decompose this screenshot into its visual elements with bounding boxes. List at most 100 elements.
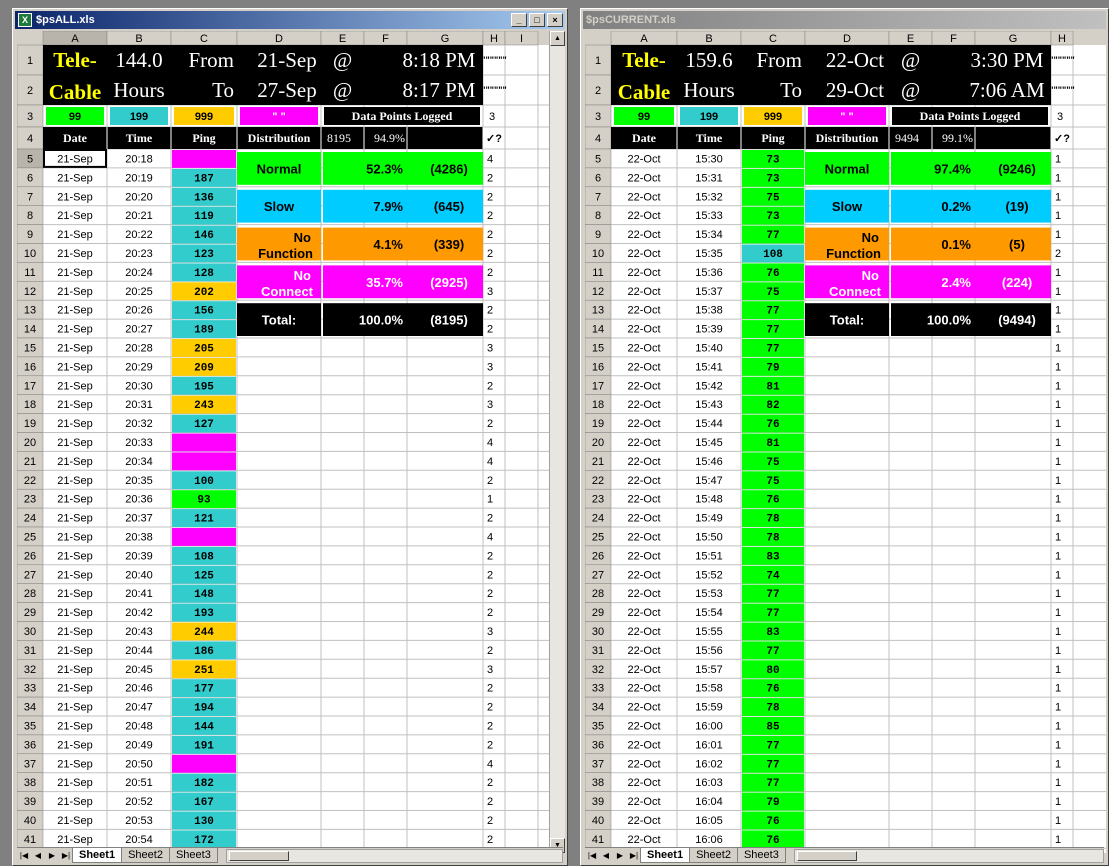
tab-sheet3[interactable]: Sheet3 [736,848,786,863]
hours-value: 144.0 [115,48,162,72]
ping-cell: 78 [766,703,780,715]
time-cell: 20:42 [125,607,153,619]
quote-marks: """""" [1049,85,1075,95]
category-cell: 1 [1055,380,1061,392]
ping-cell: 172 [194,835,214,847]
date-cell: 22-Oct [627,815,660,827]
category-cell: 1 [1055,191,1061,203]
ping-cell: 193 [194,608,214,620]
to-time: 7:06 AM [969,78,1045,102]
check-icon: ✓? [486,133,502,145]
row-number: 40 [592,815,604,827]
tab-sheet2[interactable]: Sheet2 [121,848,170,863]
tab-sheet3[interactable]: Sheet3 [168,848,218,863]
time-cell: 15:47 [695,475,723,487]
row-number: 41 [24,834,36,846]
category-cell: 2 [487,305,493,317]
summary-percent: 97.4% [934,161,971,176]
next-sheet-icon[interactable]: ▶ [613,851,627,860]
prev-sheet-icon[interactable]: ◀ [599,851,613,860]
time-cell: 15:54 [695,607,723,619]
legend-magenta-value: " " [840,111,854,123]
category-cell: 3 [487,664,493,676]
date-cell: 22-Oct [627,153,660,165]
ping-cell: 195 [194,381,214,393]
ping-cell: 177 [194,684,214,696]
at-symbol: @ [901,78,920,102]
row-number: 33 [24,683,36,695]
column-header-label: E [339,33,346,45]
category-cell: 2 [487,702,493,714]
date-cell: 21-Sep [57,342,92,354]
category-cell: 3 [487,286,493,298]
ping-cell: 194 [194,703,214,715]
last-sheet-icon[interactable]: ▶| [627,851,641,860]
summary-label: Slow [264,199,295,214]
legend-cyan-value: 199 [130,111,148,123]
date-cell: 22-Oct [627,626,660,638]
logged-total: 9494 [895,131,919,145]
scroll-thumb[interactable] [228,850,289,861]
date-cell: 22-Oct [627,645,660,657]
minimize-button[interactable]: _ [511,13,527,27]
title-bar[interactable]: X $psALL.xls _ □ × [15,11,565,29]
tab-sheet1[interactable]: Sheet1 [640,848,691,863]
from-label: From [188,48,234,72]
row-number: 3 [595,111,601,123]
date-cell: 21-Sep [57,796,92,808]
date-cell: 21-Sep [57,267,92,279]
title-bar[interactable]: $psCURRENT.xls [583,11,1106,29]
ping-heading: Ping [761,131,784,145]
maximize-button[interactable]: □ [529,13,545,27]
category-cell: 2 [487,588,493,600]
quote-marks: """""" [481,85,507,95]
ping-cell: 209 [194,362,214,374]
time-cell: 20:48 [125,720,153,732]
spreadsheet-window-current[interactable]: $psCURRENT.xls A B C D E F G H 1 2 3 4 5 6 7 8 9 10 11 12 13… [580,8,1109,866]
row-number: 8 [27,210,33,222]
from-date: 22-Oct [826,48,884,72]
first-sheet-icon[interactable]: |◀ [585,851,599,860]
next-sheet-icon[interactable]: ▶ [45,851,59,860]
horizontal-scrollbar[interactable] [793,848,1104,863]
time-cell: 20:52 [125,796,153,808]
vertical-scrollbar[interactable]: ▲ ▼ [549,31,565,853]
date-cell: 21-Sep [57,569,92,581]
prev-sheet-icon[interactable]: ◀ [31,851,45,860]
legend-orange-value: 999 [764,111,782,123]
column-header-label: C [769,33,777,45]
worksheet-cells[interactable]: A B C D E F G H I1234567891011121314151617181920… [17,31,552,853]
time-cell: 15:41 [695,361,723,373]
date-cell: 22-Oct [627,588,660,600]
ping-cell: 73 [766,154,780,166]
spreadsheet-window-all[interactable]: X $psALL.xls _ □ × A B C D E F G H I 1 2 3 4 5 6 7 8 9 10 1… [12,8,568,866]
row-number: 27 [24,569,36,581]
scroll-thumb[interactable] [796,850,857,861]
summary-label: Connect [829,284,882,299]
date-cell: 21-Sep [57,645,92,657]
ping-cell-fill [172,150,236,168]
summary-label: Total: [830,313,864,328]
horizontal-scrollbar[interactable] [225,848,563,863]
hours-label: Hours [683,78,734,102]
ping-cell: 73 [766,173,780,185]
date-cell: 21-Sep [57,361,92,373]
ping-cell: 74 [766,570,780,582]
from-time: 3:30 PM [971,48,1044,72]
first-sheet-icon[interactable]: |◀ [17,851,31,860]
summary-percent: 100.0% [927,313,972,328]
close-button[interactable]: × [547,13,563,27]
worksheet-grid[interactable]: A B C D E F G H I 1 2 3 4 5 6 7 8 9 10 11 12 13 14 15 16 17 18 19 20… [17,31,552,853]
worksheet-cells[interactable]: A B C D E F G H12345678910111213141516171819202… [585,31,1106,853]
row-number: 39 [24,796,36,808]
worksheet-grid[interactable]: A B C D E F G H 1 2 3 4 5 6 7 8 9 10 11 12 13 14 15 16 17 18 19 20 2… [585,31,1106,853]
tab-sheet1[interactable]: Sheet1 [72,848,123,863]
date-cell: 21-Sep [57,531,92,543]
ping-cell: 73 [766,211,780,223]
tab-sheet2[interactable]: Sheet2 [689,848,738,863]
last-sheet-icon[interactable]: ▶| [59,851,73,860]
scroll-up-icon[interactable]: ▲ [550,31,565,46]
category-cell: 2 [487,324,493,336]
ping-cell: 85 [766,721,780,733]
date-cell: 21-Sep [57,437,92,449]
